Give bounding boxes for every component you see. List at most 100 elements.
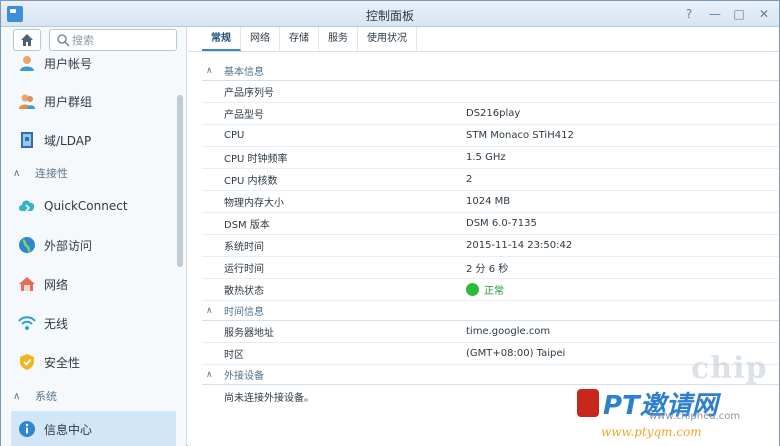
sidebar-item-label: 用户帐号 (44, 56, 93, 71)
info-value: (GMT+08:00) Taipei (466, 348, 566, 359)
group-title: 时间信息 (224, 307, 264, 318)
info-key: 系统时间 (224, 242, 264, 253)
info-value: DSM 6.0-7135 (466, 218, 537, 229)
sidebar-item-label: 信息中心 (44, 422, 93, 437)
info-value: 2 分 6 秒 (466, 264, 509, 275)
wifi-icon (17, 313, 37, 333)
status-text: 正常 (484, 286, 504, 297)
info-row: DSM 版本 DSM 6.0-7135 (202, 213, 779, 235)
info-key: CPU 内核数 (224, 176, 278, 187)
sidebar-item-external-access[interactable]: 外部访问 (11, 229, 176, 261)
sidebar-item-label: 域/LDAP (44, 133, 92, 148)
window-title: 控制面板 (365, 9, 414, 23)
section-label: 连接性 (35, 167, 68, 180)
sidebar-item-info-center[interactable]: 信息中心 (11, 411, 176, 446)
info-value: 1024 MB (466, 196, 511, 207)
quickconnect-icon (17, 196, 37, 216)
chevron-up-icon: ∧ (13, 167, 21, 179)
sidebar-scrollbar[interactable] (177, 95, 183, 267)
home-icon (21, 34, 33, 46)
info-key: 散热状态 (224, 286, 264, 297)
search-icon (57, 34, 70, 47)
sidebar-item-label: 用户群组 (44, 94, 93, 109)
title-bar: 控制面板 ? — □ ✕ (1, 1, 779, 27)
info-value: 2015-11-14 23:50:42 (466, 240, 573, 251)
sidebar-item-domain-ldap[interactable]: 域/LDAP (11, 124, 176, 156)
domain-ldap-icon (17, 130, 37, 150)
info-row: CPU 内核数 2 (202, 169, 779, 191)
shield-icon (17, 352, 37, 372)
sidebar: 用户帐号 用户群组 域/LDAP ∧ 连接性 QuickConnect (1, 27, 187, 446)
sidebar-item-label: 安全性 (44, 355, 81, 370)
minimize-button[interactable]: — (705, 5, 725, 23)
watermark-url-1: www.chipneu.com (649, 411, 741, 422)
sidebar-item-label: 网络 (44, 277, 69, 292)
section-system[interactable]: ∧ 系统 (13, 386, 173, 406)
search-input[interactable] (72, 32, 172, 48)
info-icon (17, 419, 37, 439)
sidebar-item-quickconnect[interactable]: QuickConnect (11, 190, 176, 222)
sidebar-item-label: QuickConnect (44, 199, 128, 213)
info-key: 运行时间 (224, 264, 264, 275)
group-title: 基本信息 (224, 67, 264, 78)
watermark-chip-text: chip (691, 351, 768, 386)
info-key: 产品序列号 (224, 88, 274, 99)
watermark-url-2: www.ptyqm.com (601, 425, 702, 439)
maximize-button[interactable]: □ (729, 5, 749, 23)
info-value: time.google.com (466, 326, 551, 337)
chevron-up-icon: ∧ (206, 305, 213, 316)
tab-divider (188, 51, 779, 52)
sidebar-item-label: 无线 (44, 316, 69, 331)
tab-storage[interactable]: 存储 (280, 27, 319, 51)
sidebar-item-security[interactable]: 安全性 (11, 346, 176, 378)
user-group-icon (17, 91, 37, 111)
chevron-up-icon: ∧ (13, 390, 21, 402)
info-value: STM Monaco STiH412 (466, 130, 574, 141)
info-key: DSM 版本 (224, 220, 270, 231)
group-basic-info[interactable]: ∧ 基本信息 (202, 61, 779, 81)
close-button[interactable]: ✕ (754, 5, 774, 23)
tab-usage[interactable]: 使用状况 (358, 27, 417, 51)
info-value: DS216play (466, 108, 521, 119)
info-row: 产品型号 DS216play (202, 103, 779, 125)
info-key: 物理内存大小 (224, 198, 284, 209)
info-value: 1.5 GHz (466, 152, 506, 163)
info-value: 2 (466, 174, 473, 185)
info-row: 物理内存大小 1024 MB (202, 191, 779, 213)
section-label: 系统 (35, 390, 57, 403)
section-connectivity[interactable]: ∧ 连接性 (13, 163, 173, 183)
status-ok-icon (466, 283, 479, 296)
sidebar-item-user[interactable]: 用户帐号 (11, 47, 176, 79)
info-row: 服务器地址 time.google.com (202, 321, 779, 343)
user-icon (17, 53, 37, 73)
info-key: CPU (224, 130, 245, 141)
group-title: 外接设备 (224, 371, 264, 382)
tab-bar: 常规 网络 存储 服务 使用状况 (202, 27, 417, 51)
info-key: 产品型号 (224, 110, 264, 121)
thermal-status: 正常 (466, 282, 504, 297)
sidebar-item-label: 外部访问 (44, 238, 93, 253)
sidebar-item-user-group[interactable]: 用户群组 (11, 85, 176, 117)
watermark-logo (577, 389, 599, 417)
info-row: 运行时间 2 分 6 秒 (202, 257, 779, 279)
info-key: CPU 时钟频率 (224, 154, 288, 165)
network-icon (17, 274, 37, 294)
tab-general[interactable]: 常规 (202, 27, 241, 51)
group-time-info[interactable]: ∧ 时间信息 (202, 301, 779, 321)
tab-network[interactable]: 网络 (241, 27, 280, 51)
chevron-up-icon: ∧ (206, 369, 213, 380)
globe-icon (17, 235, 37, 255)
tab-services[interactable]: 服务 (319, 27, 358, 51)
sidebar-item-wireless[interactable]: 无线 (11, 307, 176, 339)
help-button[interactable]: ? (679, 5, 699, 23)
control-panel-window: 控制面板 ? — □ ✕ 用户帐号 (0, 0, 780, 446)
info-key: 时区 (224, 350, 244, 361)
info-row: CPU STM Monaco STiH412 (202, 125, 779, 147)
info-row: 散热状态 正常 (202, 279, 779, 301)
sidebar-item-network[interactable]: 网络 (11, 268, 176, 300)
info-key: 服务器地址 (224, 328, 274, 339)
info-row: 系统时间 2015-11-14 23:50:42 (202, 235, 779, 257)
info-row: 产品序列号 (202, 81, 779, 103)
info-row: CPU 时钟频率 1.5 GHz (202, 147, 779, 169)
chevron-up-icon: ∧ (206, 65, 213, 76)
